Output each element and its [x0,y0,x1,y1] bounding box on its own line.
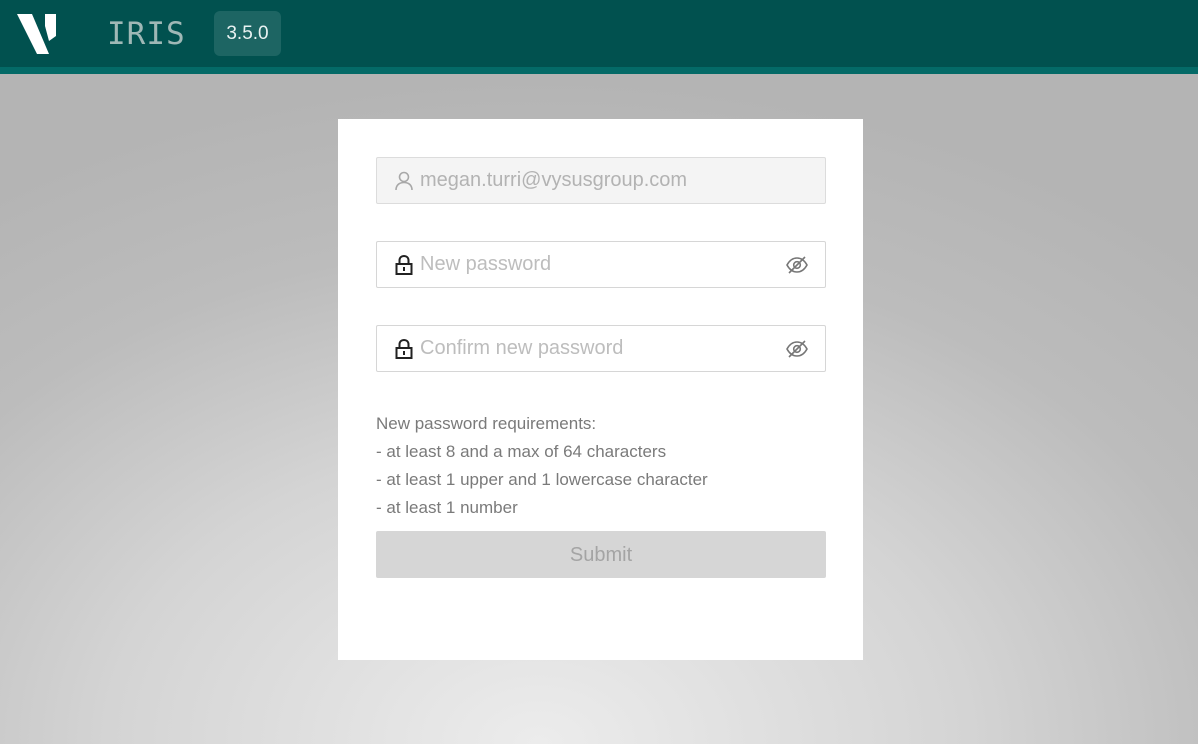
top-bar: IRIS 3.5.0 [0,0,1198,74]
password-requirements: New password requirements: - at least 8 … [376,410,708,522]
confirm-password-field[interactable] [376,325,826,372]
lock-icon [395,254,413,275]
username-field [376,157,826,204]
user-icon [395,171,413,191]
reset-password-card: New password requirements: - at least 8 … [338,119,863,660]
app-title: IRIS [107,16,186,52]
username-input [420,158,780,203]
requirements-heading: New password requirements: [376,414,597,433]
new-password-field[interactable] [376,241,826,288]
logo-icon[interactable] [16,12,58,56]
submit-button[interactable]: Submit [376,531,826,578]
version-badge: 3.5.0 [214,11,281,56]
requirement-item: - at least 1 number [376,498,518,517]
requirement-item: - at least 1 upper and 1 lowercase chara… [376,470,708,489]
requirement-item: - at least 8 and a max of 64 characters [376,442,667,461]
new-password-input[interactable] [420,242,780,287]
confirm-password-input[interactable] [420,326,780,371]
eye-slash-icon[interactable] [785,254,809,276]
lock-icon [395,338,413,359]
eye-slash-icon[interactable] [785,338,809,360]
